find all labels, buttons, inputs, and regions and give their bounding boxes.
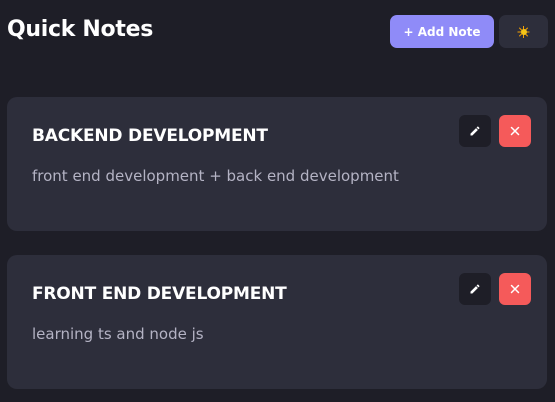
note-body: learning ts and node js [32,325,204,343]
note-card: BACKEND DEVELOPMENT front end developmen… [7,97,547,231]
theme-toggle-button[interactable] [499,15,548,48]
header: Quick Notes + Add Note [0,0,555,62]
note-card: FRONT END DEVELOPMENT learning ts and no… [7,255,547,389]
close-icon [510,126,520,136]
pencil-icon [470,284,480,294]
add-note-button[interactable]: + Add Note [390,15,494,48]
edit-note-button[interactable] [459,115,491,147]
app-title: Quick Notes [7,17,153,42]
note-title: FRONT END DEVELOPMENT [32,284,287,304]
edit-note-button[interactable] [459,273,491,305]
pencil-icon [470,126,480,136]
sun-icon [517,25,530,38]
note-body: front end development + back end develop… [32,167,399,185]
quick-notes-app: Quick Notes + Add Note BACKEND DEVELOPME… [0,0,555,402]
delete-note-button[interactable] [499,115,531,147]
close-icon [510,284,520,294]
delete-note-button[interactable] [499,273,531,305]
note-title: BACKEND DEVELOPMENT [32,126,268,146]
